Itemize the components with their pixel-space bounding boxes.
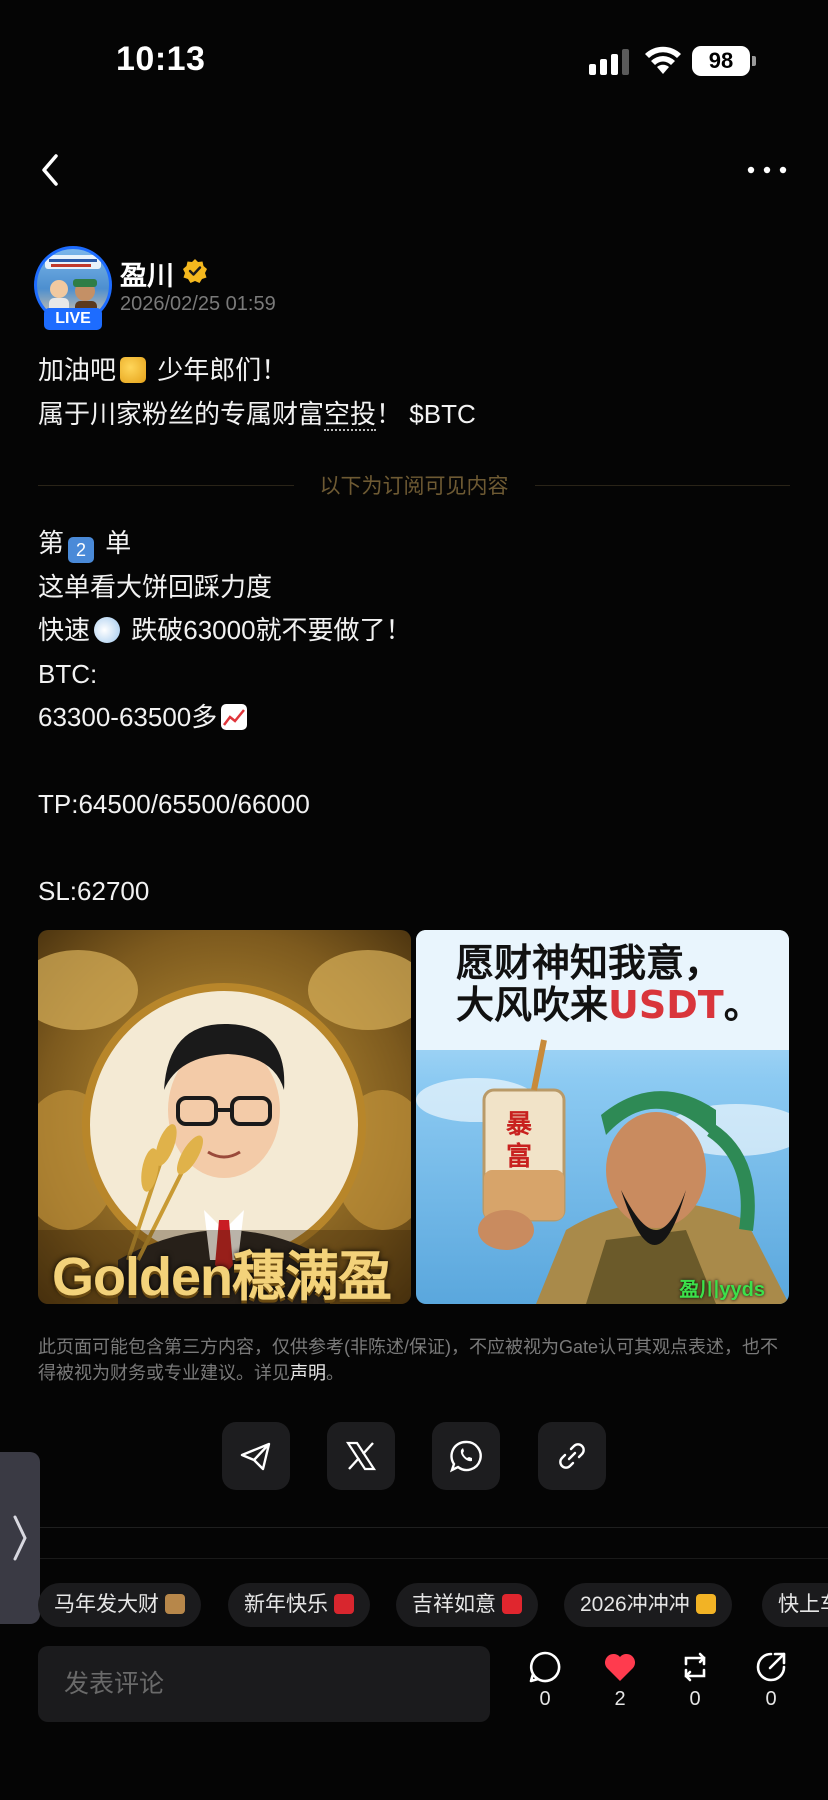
body-text: 单 (98, 528, 132, 558)
heart-icon (604, 1653, 636, 1681)
intro-text: 加油吧 (38, 355, 117, 385)
tag-chip[interactable]: 快上车 (762, 1583, 828, 1627)
tag-label: 吉祥如意 (412, 1593, 496, 1616)
comment-count: 0 (539, 1688, 551, 1710)
post-image-golden[interactable]: Golden穗满盈 (38, 930, 411, 1304)
verified-badge-icon (183, 259, 207, 283)
intro-text: 属于川家粉丝的专属财富 (38, 399, 325, 429)
body-blank-line (38, 740, 412, 784)
tag-label: 2026冲冲冲 (580, 1593, 690, 1616)
fist-icon (695, 1594, 716, 1614)
golden-image-caption: Golden穗满盈 (52, 1247, 392, 1304)
divider-line (38, 484, 294, 486)
share-icon (756, 1652, 786, 1682)
author-avatar[interactable]: LIVE (34, 246, 112, 330)
body-text: 第 (38, 528, 65, 558)
x-icon (345, 1441, 377, 1471)
red-envelope-icon (502, 1594, 522, 1614)
usdt-caption-highlight: USDT (608, 983, 724, 1027)
share-count: 0 (765, 1688, 777, 1710)
post-image-usdt[interactable]: 愿财神知我意， 大风吹来USDT。 暴富 盈川yyds (416, 930, 789, 1304)
post-intro: 加油吧 少年郎们！ 属于川家粉丝的专属财富空投！ $BTC (38, 348, 476, 436)
link-icon (559, 1443, 585, 1469)
subscriber-divider: 以下为订阅可见内容 (38, 470, 790, 500)
body-line: 第2 单 (38, 522, 412, 566)
telegram-icon (240, 1442, 271, 1471)
status-time: 10:13 (116, 40, 206, 78)
repost-icon (684, 1652, 706, 1682)
subscriber-divider-label: 以下为订阅可见内容 (319, 475, 509, 498)
cup-label: 暴富 (506, 1109, 533, 1171)
body-line: TP:64500/65500/66000 (38, 789, 310, 819)
body-line: 63300-63500多 (38, 696, 412, 740)
post-body: 第2 单 这单看大饼回踩力度 快速 跌破63000就不要做了！ BTC: 633… (38, 522, 412, 914)
more-horizontal-icon[interactable] (742, 150, 792, 190)
repost-action[interactable]: 0 (668, 1650, 722, 1720)
intro-line-1: 加油吧 少年郎们！ (38, 348, 476, 392)
repost-count: 0 (689, 1688, 701, 1710)
dash-cloud-icon (94, 617, 121, 643)
live-badge: LIVE (44, 308, 102, 330)
side-drawer-tab[interactable] (0, 1452, 40, 1624)
image-watermark: 盈川yyds (679, 1279, 765, 1301)
comment-action[interactable]: 0 (518, 1650, 572, 1720)
body-line: 这单看大饼回踩力度 (38, 571, 273, 602)
share-telegram-button[interactable] (222, 1422, 290, 1490)
disclaimer-statement-link[interactable]: 声明 (290, 1363, 326, 1383)
body-line: 快速 跌破63000就不要做了！ (38, 609, 412, 653)
section-divider (38, 1558, 828, 1559)
section-divider (38, 1527, 828, 1528)
tag-chip[interactable]: 新年快乐 (228, 1583, 370, 1627)
share-action[interactable]: 0 (744, 1650, 798, 1720)
status-bar: 10:13 98 (0, 0, 828, 110)
comment-input[interactable]: 发表评论 (38, 1646, 490, 1722)
like-count: 2 (614, 1688, 626, 1710)
firecracker-icon (334, 1594, 354, 1614)
like-action[interactable]: 2 (593, 1650, 647, 1720)
tag-chip[interactable]: 吉祥如意 (396, 1583, 538, 1627)
author-name[interactable]: 盈川 (120, 254, 174, 293)
disclaimer-text: 。 (326, 1363, 344, 1383)
disclaimer: 此页面可能包含第三方内容，仅供参考(非陈述/保证)，不应被视为Gate认可其观点… (38, 1334, 790, 1386)
horse-icon (165, 1594, 185, 1614)
tag-chip[interactable]: 2026冲冲冲 (564, 1583, 732, 1627)
ticker-link[interactable]: $BTC (409, 399, 475, 429)
disclaimer-text: 此页面可能包含第三方内容，仅供参考(非陈述/保证)，不应被视为Gate认可其观点… (38, 1337, 779, 1383)
chart-increasing-icon (221, 704, 248, 730)
share-whatsapp-button[interactable] (432, 1422, 500, 1490)
comment-icon (529, 1651, 561, 1683)
whatsapp-icon (449, 1440, 482, 1473)
usdt-caption-text: 。 (723, 983, 762, 1027)
usdt-caption-line2: 大风吹来USDT。 (456, 974, 762, 1029)
body-text: 快速 (38, 615, 91, 645)
chevron-right-icon (13, 1515, 27, 1561)
intro-text: ！ (376, 399, 410, 429)
intro-line-2: 属于川家粉丝的专属财富空投！ $BTC (38, 392, 476, 436)
airdrop-term-link[interactable]: 空投 (324, 399, 377, 431)
tag-label: 新年快乐 (244, 1593, 328, 1616)
body-line: SL:62700 (38, 876, 150, 906)
chevron-left-icon[interactable] (30, 148, 70, 192)
body-line: BTC: (38, 658, 98, 689)
body-text: 63300-63500多 (38, 702, 218, 732)
wifi-icon (645, 46, 681, 74)
tag-chip[interactable]: 马年发大财 (38, 1583, 201, 1627)
clapping-hands-icon (120, 357, 147, 383)
intro-text: 少年郎们！ (150, 355, 288, 385)
tag-label: 快上车 (778, 1593, 828, 1616)
usdt-caption-text: 大风吹来 (456, 983, 609, 1027)
post-timestamp: 2026/02/25 01:59 (120, 293, 276, 315)
share-link-button[interactable] (538, 1422, 606, 1490)
keycap-2-icon: 2 (68, 537, 95, 563)
divider-line (534, 484, 790, 486)
tag-label: 马年发大财 (54, 1593, 159, 1616)
cellular-signal-icon (589, 49, 629, 75)
battery-indicator: 98 (692, 46, 756, 76)
share-x-button[interactable] (327, 1422, 395, 1490)
body-text: 跌破63000就不要做了！ (124, 615, 412, 645)
body-blank-line (38, 827, 412, 871)
